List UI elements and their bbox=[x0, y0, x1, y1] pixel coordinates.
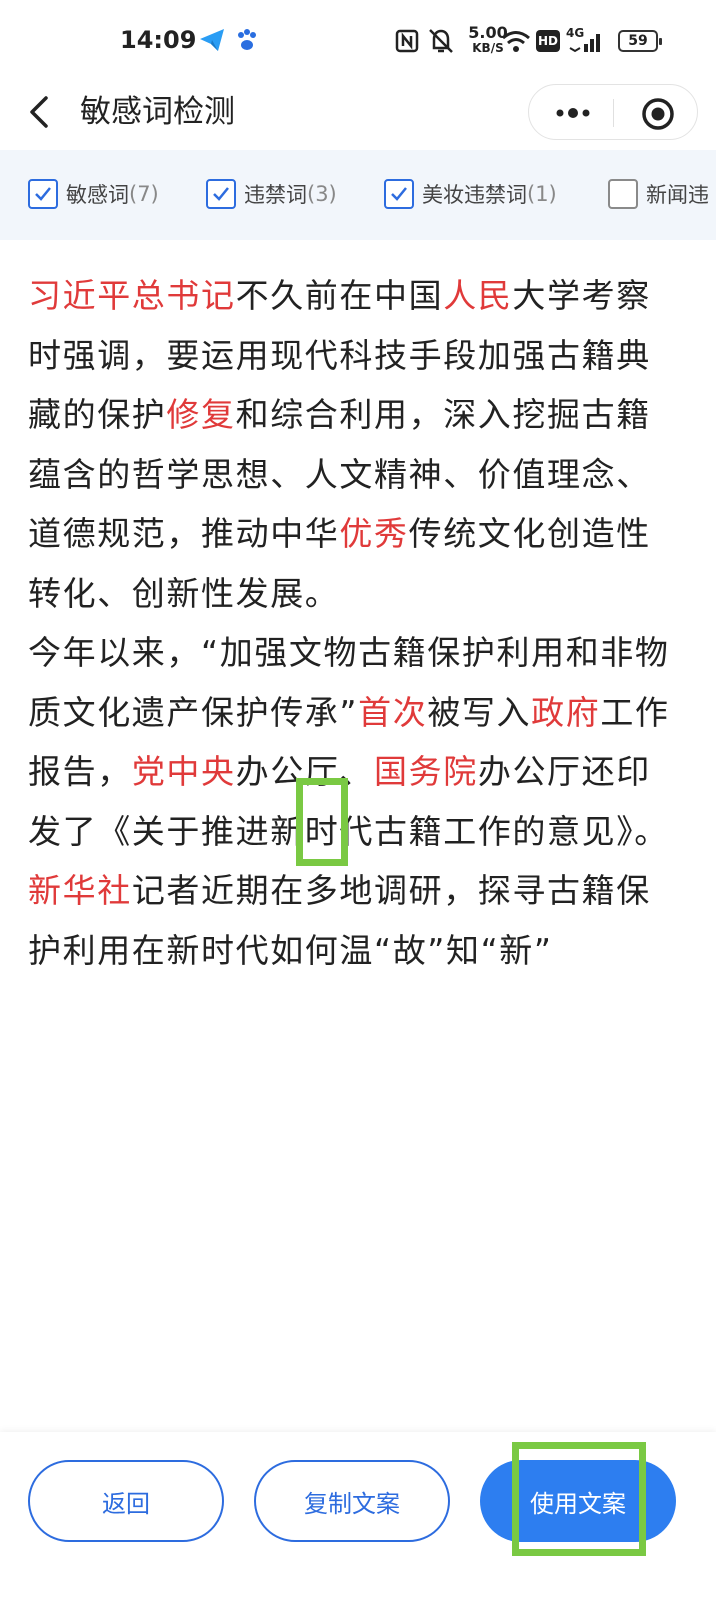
filter-cosmetics-prohibited-words[interactable]: 美妆违禁词 (1) bbox=[384, 174, 557, 214]
checkbox-checked-icon[interactable] bbox=[206, 179, 236, 209]
filter-label: 新闻违 bbox=[646, 183, 709, 207]
filter-label: 违禁词 bbox=[244, 183, 307, 207]
signal-icon: 4G bbox=[566, 24, 612, 58]
target-icon[interactable] bbox=[641, 97, 675, 131]
paw-app-icon bbox=[238, 29, 256, 50]
annotation-highlight-box bbox=[296, 778, 348, 866]
article-text-segment: 不久前在中国 bbox=[235, 276, 444, 315]
mute-bell-icon bbox=[429, 29, 453, 53]
annotation-highlight-box bbox=[512, 1442, 646, 1556]
battery-icon: 59 bbox=[618, 30, 662, 52]
filter-news-prohibited-words[interactable]: 新闻违 bbox=[608, 174, 709, 214]
hd-icon: HD bbox=[536, 30, 560, 52]
flagged-word: 政府 bbox=[531, 692, 601, 732]
flagged-word: 人民 bbox=[443, 276, 513, 315]
filter-count: (3) bbox=[307, 182, 337, 206]
nav-bar: 敏感词检测 bbox=[0, 84, 716, 148]
checkbox-checked-icon[interactable] bbox=[28, 179, 58, 209]
telegram-like-app-icon bbox=[200, 29, 224, 51]
checkbox-unchecked-icon[interactable] bbox=[608, 179, 638, 209]
filter-count: (7) bbox=[129, 182, 159, 206]
more-dots-icon[interactable] bbox=[553, 101, 593, 125]
filter-prohibited-words[interactable]: 违禁词 (3) bbox=[206, 174, 337, 214]
flagged-word: 中央 bbox=[166, 752, 236, 791]
status-bar: 14:09 5.00 KB/S HD 4G 59 bbox=[0, 0, 716, 84]
nfc-icon bbox=[395, 29, 419, 53]
copy-text-button[interactable]: 复制文案 bbox=[254, 1460, 450, 1542]
mini-program-capsule bbox=[528, 84, 698, 140]
status-time: 14:09 bbox=[120, 26, 197, 54]
wifi-icon bbox=[502, 31, 530, 52]
filter-label: 美妆违禁词 bbox=[422, 183, 527, 207]
article-text-segment: 被写入 bbox=[427, 692, 532, 732]
checkbox-checked-icon[interactable] bbox=[384, 179, 414, 209]
page-title: 敏感词检测 bbox=[80, 94, 235, 130]
capsule-divider bbox=[613, 99, 614, 127]
filter-count: (1) bbox=[527, 182, 557, 206]
filter-label: 敏感词 bbox=[66, 183, 129, 207]
filter-bar: 敏感词 (7) 违禁词 (3) 美妆违禁词 (1) 新闻违 bbox=[0, 150, 716, 240]
flagged-word: 党 bbox=[131, 752, 167, 791]
article-text: 习近平总书记不久前在中国人民大学考察时强调，要运用现代科技手段加强古籍典藏的保护… bbox=[28, 266, 678, 980]
bottom-action-bar: 返回 复制文案 使用文案 bbox=[0, 1432, 716, 1600]
flagged-word: 新华社 bbox=[28, 871, 132, 910]
article-paragraph-2: 今年以来，“加强文物古籍保护利用和非物质文化遗产保护传承”首次被写入政府工作报告… bbox=[28, 623, 678, 980]
flagged-word: 首次 bbox=[358, 692, 428, 732]
flagged-word: 优秀 bbox=[339, 514, 409, 553]
back-arrow-icon[interactable] bbox=[26, 90, 56, 134]
flagged-word: 习近平总书记 bbox=[28, 276, 236, 315]
flagged-word: 国务院 bbox=[374, 752, 478, 791]
flagged-word: 修复 bbox=[166, 395, 236, 434]
article-paragraph-1: 习近平总书记不久前在中国人民大学考察时强调，要运用现代科技手段加强古籍典藏的保护… bbox=[28, 266, 678, 623]
back-button[interactable]: 返回 bbox=[28, 1460, 224, 1542]
filter-sensitive-words[interactable]: 敏感词 (7) bbox=[28, 174, 159, 214]
